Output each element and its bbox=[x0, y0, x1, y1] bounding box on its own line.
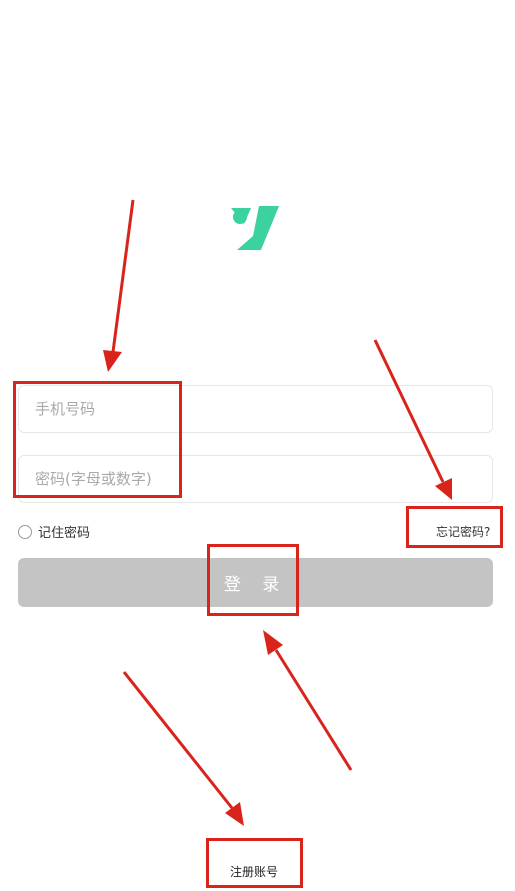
remember-label: 记住密码 bbox=[38, 526, 91, 541]
annotation-box-inputs bbox=[13, 381, 182, 498]
arrow-to-login bbox=[263, 630, 353, 771]
remember-radio[interactable] bbox=[18, 524, 32, 539]
arrow-to-register bbox=[122, 671, 244, 826]
y-logo-icon bbox=[231, 206, 279, 250]
annotation-box-forgot bbox=[406, 506, 503, 548]
annotation-box-register bbox=[206, 838, 303, 888]
annotation-box-login bbox=[207, 544, 299, 616]
remember-password-option[interactable]: 记住密码 bbox=[18, 522, 90, 541]
arrow-to-inputs bbox=[103, 199, 135, 372]
